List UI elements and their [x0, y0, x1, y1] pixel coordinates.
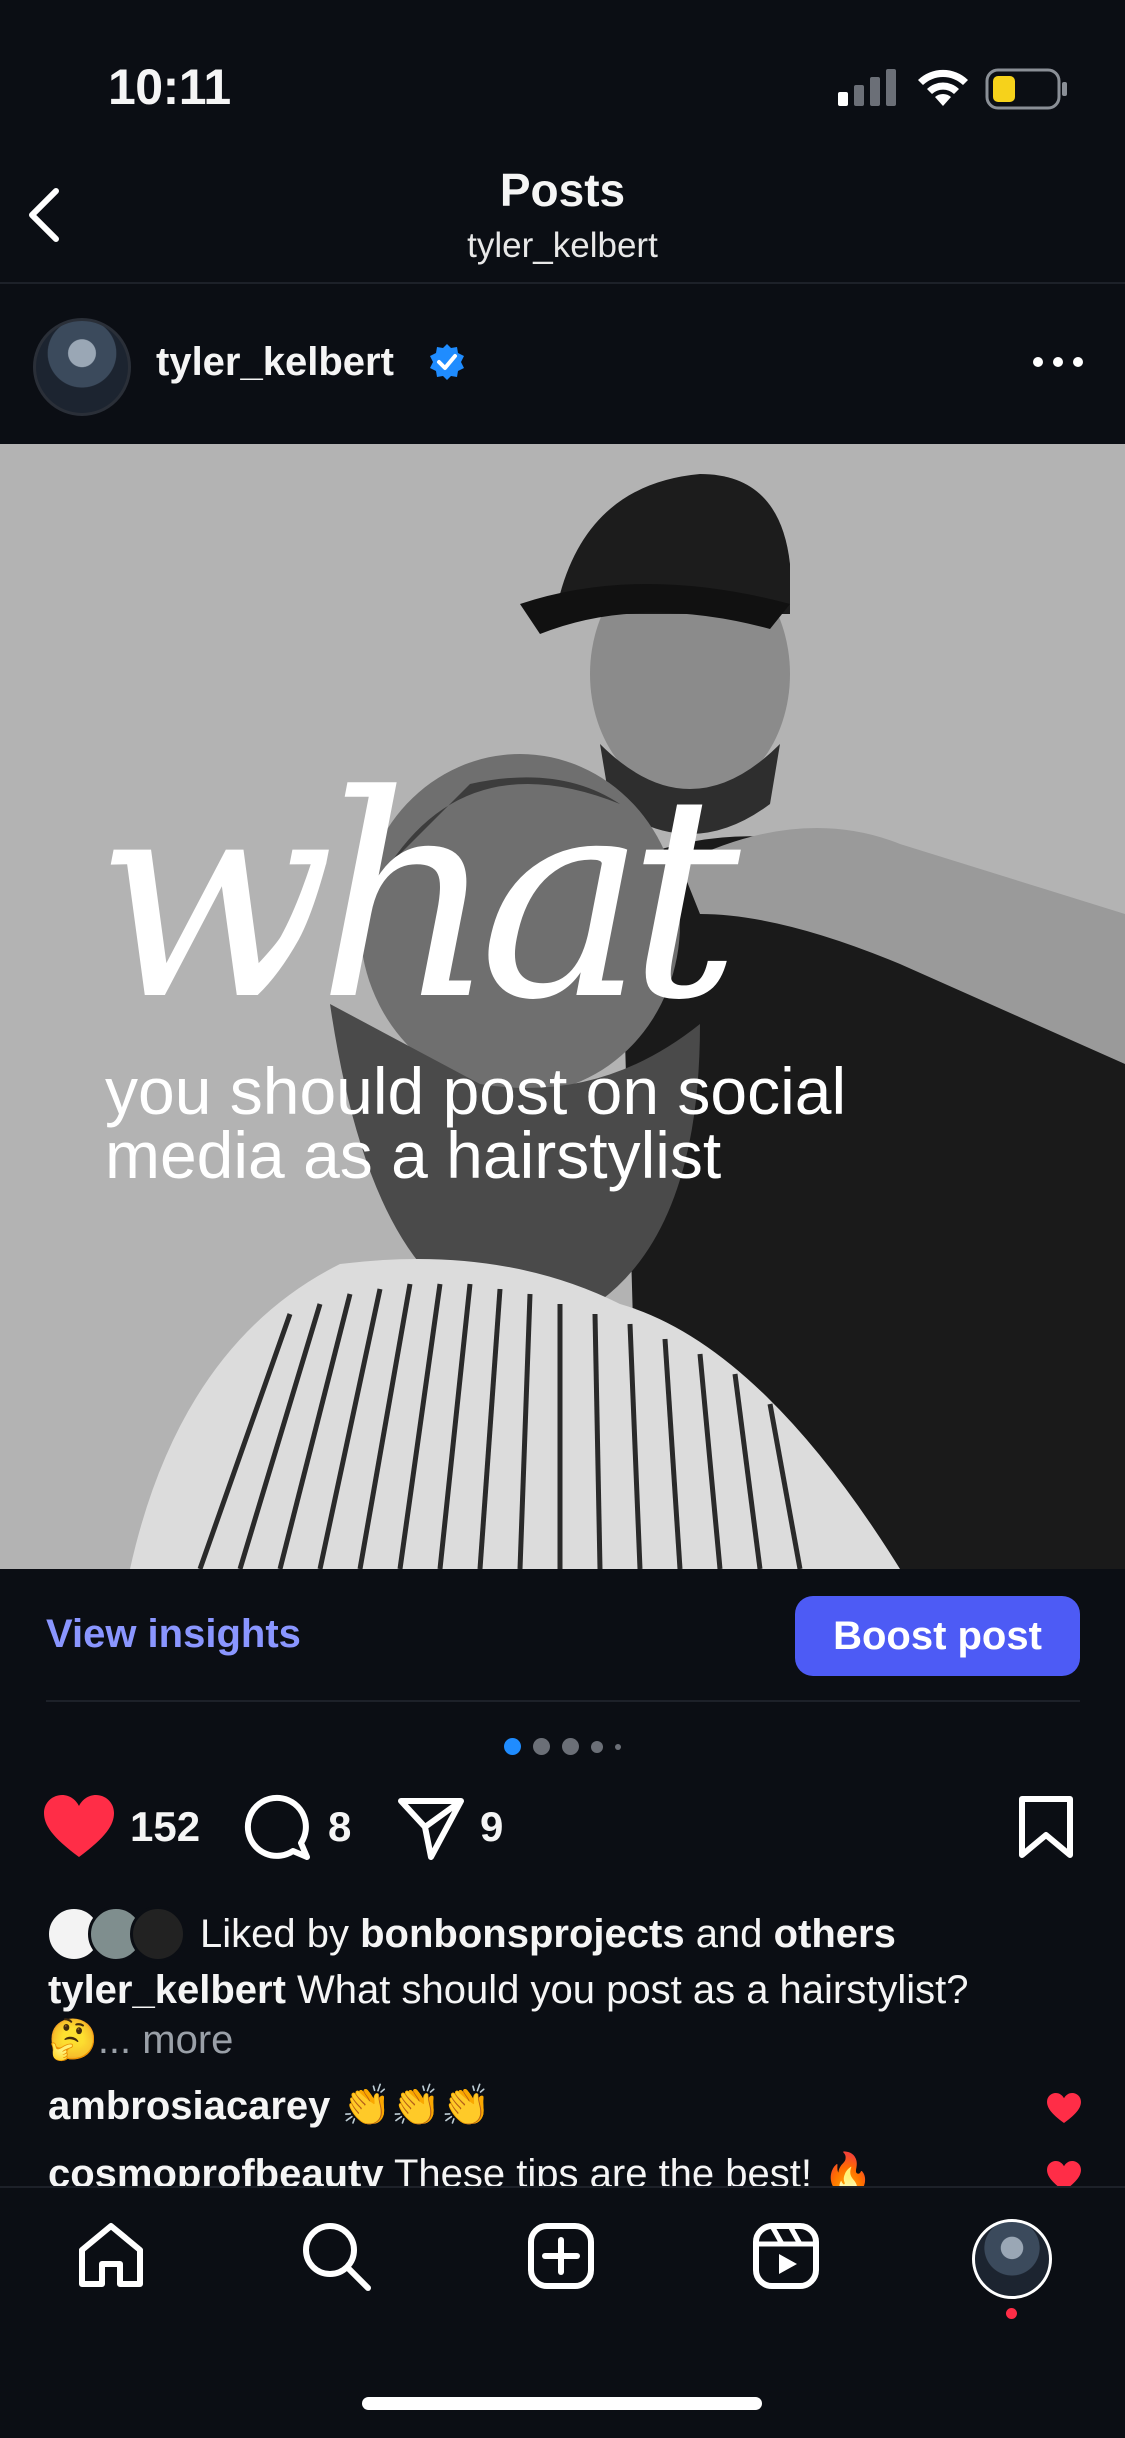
post-author-username[interactable]: tyler_kelbert	[156, 340, 394, 385]
page-subtitle: tyler_kelbert	[467, 226, 658, 265]
like-button[interactable]	[42, 1793, 116, 1864]
liked-by-user[interactable]: bonbonsprojects	[360, 1912, 684, 1957]
carousel-dot	[562, 1738, 579, 1755]
liked-by-row[interactable]: Liked by bonbonsprojects and others	[46, 1906, 896, 1962]
page-title: Posts	[499, 164, 626, 216]
image-subline-2: media as a hairstylist	[105, 1118, 722, 1192]
home-icon	[79, 2223, 143, 2287]
tab-search[interactable]	[300, 2220, 372, 2297]
tab-reels[interactable]	[752, 2222, 820, 2295]
search-icon	[303, 2223, 371, 2291]
share-button[interactable]	[397, 1795, 465, 1866]
comment-item: ambrosiacarey 👏👏👏	[48, 2082, 491, 2129]
liked-by-and: and	[695, 1911, 763, 1956]
comment-bubble-icon	[244, 1794, 310, 1860]
save-button[interactable]	[1018, 1795, 1074, 1864]
status-time: 10:11	[108, 59, 231, 115]
cellular-signal-icon	[838, 68, 900, 113]
liked-by-others[interactable]: others	[774, 1912, 896, 1957]
carousel-dot	[591, 1740, 603, 1753]
tab-profile-avatar[interactable]	[972, 2219, 1052, 2299]
carousel-dot	[533, 1738, 550, 1755]
carousel-dot	[504, 1738, 521, 1755]
image-subline-1: you should post on social	[105, 1054, 847, 1128]
more-options-icon[interactable]	[1032, 352, 1084, 377]
comment-like-icon[interactable]	[1046, 2092, 1082, 2129]
image-subline: you should post on social media as a hai…	[105, 1054, 847, 1192]
comment-button[interactable]	[243, 1793, 311, 1866]
header-divider	[0, 282, 1125, 284]
boost-post-button[interactable]: Boost post	[795, 1596, 1080, 1676]
image-headline: what	[95, 736, 740, 1062]
carousel-dot	[615, 1743, 621, 1750]
post-caption: tyler_kelbert What should you post as a …	[48, 1965, 1088, 2065]
caption-more-link[interactable]: more	[142, 2018, 233, 2062]
liker-avatar	[130, 1906, 186, 1962]
heart-filled-icon	[44, 1795, 114, 1857]
caption-text: What should you post as a hairstylist?	[297, 1968, 969, 2012]
caption-emoji: 🤔	[48, 2018, 98, 2062]
like-count[interactable]: 152	[130, 1803, 200, 1851]
comment-count[interactable]: 8	[328, 1803, 351, 1851]
bookmark-icon	[1019, 1796, 1073, 1858]
carousel-indicator	[0, 1738, 1125, 1755]
post-image[interactable]: what you should post on social media as …	[0, 444, 1125, 1569]
comment-username[interactable]: ambrosiacarey	[48, 2084, 330, 2128]
comment-text: 👏👏👏	[341, 2084, 491, 2128]
notification-dot	[1006, 2308, 1017, 2319]
caption-ellipsis: ...	[97, 2018, 132, 2062]
reels-icon	[753, 2223, 819, 2289]
tab-home[interactable]	[76, 2220, 146, 2295]
home-indicator[interactable]	[362, 2397, 762, 2410]
tab-create[interactable]	[527, 2222, 595, 2295]
share-count[interactable]: 9	[480, 1803, 503, 1851]
insights-divider	[46, 1700, 1080, 1702]
battery-icon	[985, 68, 1069, 115]
view-insights-link[interactable]: View insights	[46, 1612, 301, 1657]
wifi-icon	[915, 66, 971, 113]
liked-by-prefix: Liked by	[200, 1911, 349, 1956]
verified-badge-icon	[427, 342, 467, 387]
post-author-avatar[interactable]	[33, 318, 131, 416]
send-icon	[398, 1798, 464, 1860]
caption-username[interactable]: tyler_kelbert	[48, 1968, 286, 2012]
create-icon	[528, 2223, 594, 2289]
